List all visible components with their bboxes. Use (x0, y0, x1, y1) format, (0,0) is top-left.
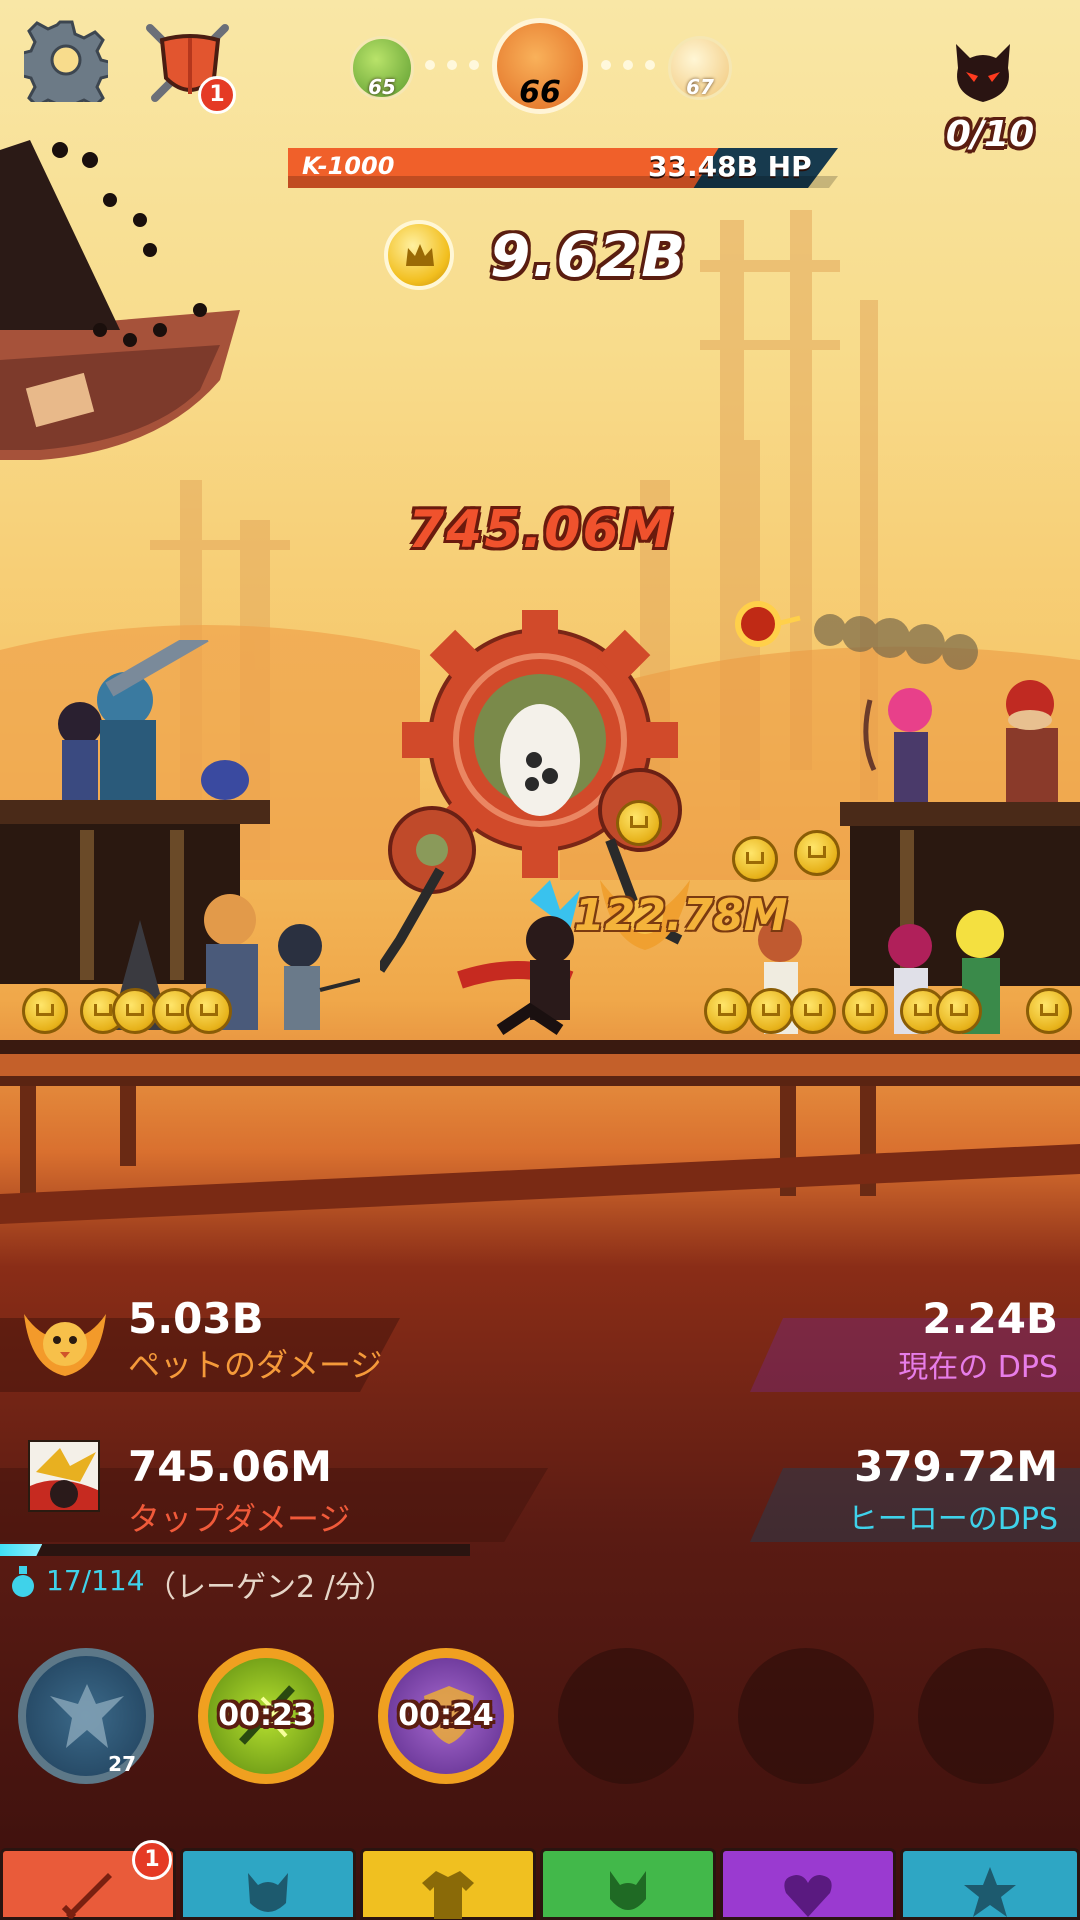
settings-button[interactable] (17, 18, 115, 118)
tap-damage-value: 745.06M (128, 1442, 332, 1491)
tab-equipment[interactable] (360, 1848, 536, 1920)
coin (790, 988, 836, 1034)
game-scene[interactable]: 1 65 66 67 0/10 K-1000 33.48B HP 9.62B 7… (0, 0, 1080, 1920)
helmet-icon (248, 1873, 288, 1912)
stage-prev: 65 (350, 36, 414, 100)
tab-artifacts[interactable] (720, 1848, 896, 1920)
tab-shop[interactable] (900, 1848, 1080, 1920)
ground-bridge (0, 1040, 1080, 1224)
gear-icon (17, 20, 115, 118)
stage-dots-left (425, 60, 479, 70)
coin (704, 988, 750, 1034)
hero-portrait-icon[interactable] (28, 1440, 100, 1512)
coin (186, 988, 232, 1034)
current-dps-label: 現在の DPS (898, 1350, 1058, 1385)
heroes-group-right-top (863, 680, 1058, 802)
gold-amount: 9.62B (490, 222, 688, 290)
pet-damage-label: ペットのダメージ (128, 1346, 383, 1384)
coin (732, 836, 778, 882)
pet-icon (24, 1314, 106, 1376)
tab-notification-badge: 1 (132, 1840, 172, 1880)
phoenix-skill-level: 27 (108, 1752, 136, 1776)
clan-button[interactable]: 1 (140, 18, 240, 118)
shirt-icon (422, 1871, 474, 1919)
coin (22, 988, 68, 1034)
pet-head-icon (610, 1871, 646, 1910)
hero-dps-value: 379.72M (854, 1442, 1058, 1491)
stage-next: 67 (668, 36, 732, 100)
coin (748, 988, 794, 1034)
stage-dots-right (601, 60, 655, 70)
shield-skill-timer: 00:24 (398, 1698, 494, 1733)
gold-coin-icon (384, 220, 454, 290)
hero-dps-label: ヒーローのDPS (847, 1502, 1058, 1537)
locked-skill-slot[interactable] (558, 1648, 694, 1784)
shield-skill-button[interactable]: 00:24 (378, 1648, 514, 1784)
mana-value: 17/114 (46, 1564, 145, 1597)
boss-hp-bar: K-1000 33.48B HP (288, 148, 838, 188)
pirate-ship (0, 140, 240, 460)
mana-bar-fill (0, 1544, 43, 1556)
demon-icon (948, 38, 1018, 108)
lightning-skill-button[interactable]: 00:23 (198, 1648, 334, 1784)
stage-prev-number: 65 (368, 75, 396, 99)
coin (794, 830, 840, 876)
enemy-counter: 0/10 (945, 114, 1035, 155)
tab-heroes[interactable] (180, 1848, 356, 1920)
coin (842, 988, 888, 1034)
phoenix-skill-button[interactable]: 27 (18, 1648, 154, 1784)
stage-current-number: 66 (519, 75, 561, 110)
coin (936, 988, 982, 1034)
notification-badge: 1 (198, 76, 236, 114)
tap-damage-label: タップダメージ (128, 1500, 351, 1538)
locked-skill-slot[interactable] (738, 1648, 874, 1784)
phoenix-icon (50, 1684, 124, 1748)
stage-current: 66 (492, 18, 588, 114)
heart-wings-icon (784, 1875, 832, 1917)
damage-popup-main: 745.06M (408, 500, 675, 560)
coin (1026, 988, 1072, 1034)
mana-bar (0, 1544, 470, 1556)
current-dps-value: 2.24B (922, 1294, 1058, 1343)
stage-next-number: 67 (686, 75, 714, 99)
star-icon (964, 1867, 1016, 1917)
damage-popup-secondary: 122.78M (574, 890, 788, 941)
locked-skill-slot[interactable] (918, 1648, 1054, 1784)
coin (616, 800, 662, 846)
boss-hp-text: 33.48B HP (648, 150, 812, 183)
mana-potion-icon (12, 1566, 34, 1597)
sword-icon (61, 1873, 112, 1920)
mana-regen: （レーゲン2 /分） (146, 1570, 395, 1605)
boss-name: K-1000 (302, 152, 395, 180)
lightning-skill-timer: 00:23 (218, 1698, 314, 1733)
tab-pets[interactable] (540, 1848, 716, 1920)
pet-damage-value: 5.03B (128, 1294, 264, 1343)
